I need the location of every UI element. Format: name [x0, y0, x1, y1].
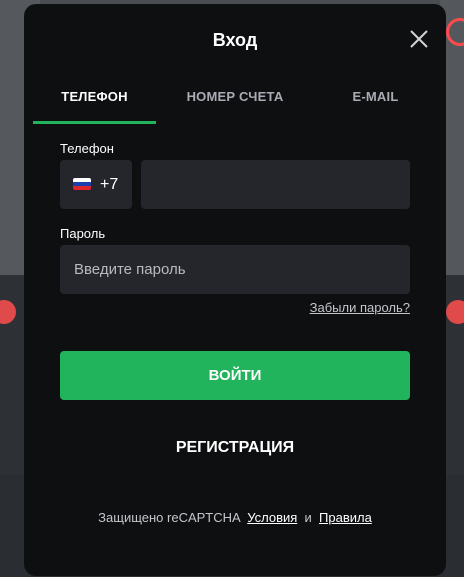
password-label: Пароль	[60, 226, 106, 241]
tab-email[interactable]: E-MAIL	[314, 84, 437, 121]
close-icon	[410, 30, 428, 48]
login-modal: Вход ТЕЛЕФОН НОМЕР СЧЕТА E-MAIL Телефон …	[24, 4, 446, 576]
terms-link[interactable]: Условия	[247, 510, 297, 525]
country-code-selector[interactable]: +7	[60, 160, 132, 209]
login-button[interactable]: ВОЙТИ	[60, 351, 410, 400]
password-input[interactable]	[60, 245, 410, 294]
recaptcha-text: Защищено reCAPTCHA	[98, 510, 240, 525]
and-text: и	[304, 510, 312, 525]
modal-title: Вход	[212, 30, 258, 50]
recaptcha-footer: Защищено reCAPTCHA Условия и Правила	[24, 510, 446, 525]
close-button[interactable]	[406, 26, 432, 52]
phone-label: Телефон	[60, 141, 114, 156]
register-button[interactable]: РЕГИСТРАЦИЯ	[60, 428, 410, 468]
russia-flag-icon	[73, 178, 91, 190]
privacy-link[interactable]: Правила	[319, 510, 372, 525]
login-method-tabs: ТЕЛЕФОН НОМЕР СЧЕТА E-MAIL	[33, 84, 437, 124]
tab-account-number[interactable]: НОМЕР СЧЕТА	[156, 84, 314, 121]
phone-input[interactable]	[141, 160, 410, 209]
tab-phone[interactable]: ТЕЛЕФОН	[33, 84, 156, 124]
forgot-password-link[interactable]: Забыли пароль?	[310, 300, 410, 315]
country-code: +7	[100, 176, 119, 193]
background-category-icon	[446, 300, 464, 324]
